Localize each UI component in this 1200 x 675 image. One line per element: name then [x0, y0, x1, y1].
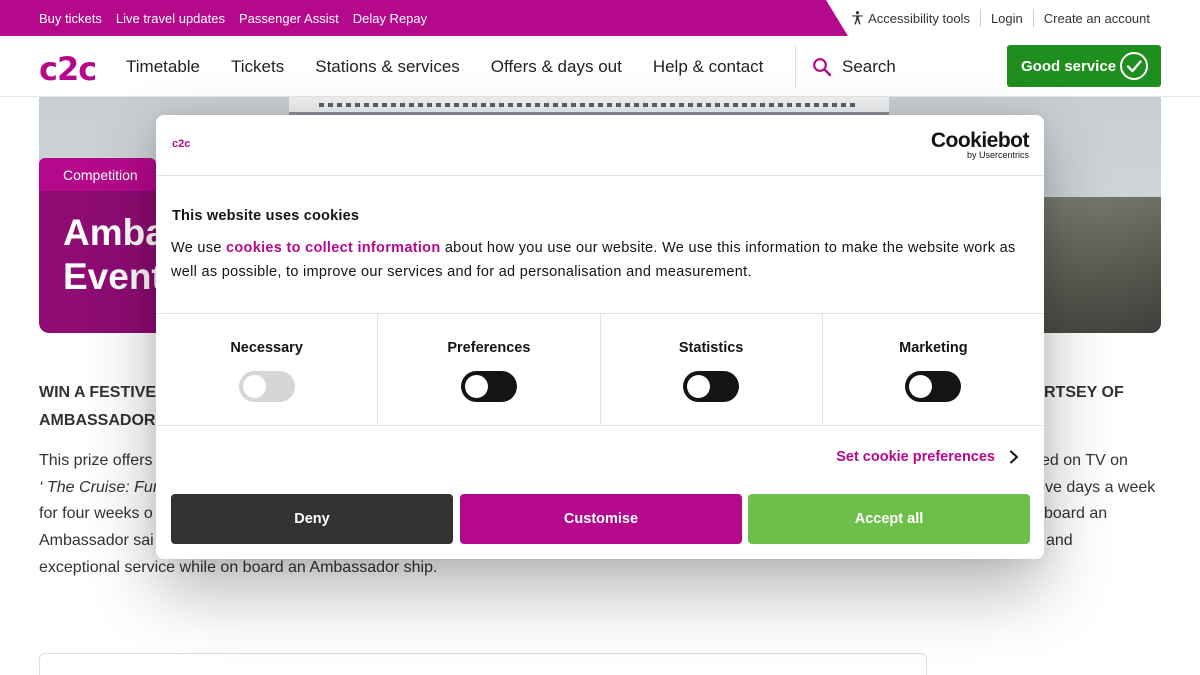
- article-heading: WIN A FESTIVE AMBASSADOR: [39, 379, 156, 435]
- cookie-description: We use cookies to collect information ab…: [171, 236, 1021, 284]
- toggle-knob: [464, 375, 488, 398]
- toggle-knob: [909, 375, 933, 398]
- accessibility-tools-label: Accessibility tools: [868, 10, 970, 26]
- live-travel-updates-link[interactable]: Live travel updates: [116, 11, 225, 26]
- nav-tickets[interactable]: Tickets: [231, 57, 284, 77]
- service-status-label: Good service: [1021, 57, 1117, 75]
- cookie-categories: Necessary Preferences Statistics Marketi…: [156, 314, 1044, 425]
- login-link[interactable]: Login: [979, 9, 1033, 27]
- preferences-toggle[interactable]: [460, 371, 517, 402]
- competition-tag: Competition: [39, 158, 156, 191]
- service-status-button[interactable]: Good service: [1007, 45, 1161, 87]
- category-label: Marketing: [899, 340, 968, 356]
- cookiebot-logo[interactable]: Cookiebot by Usercentrics: [931, 129, 1030, 160]
- accessibility-icon: [852, 11, 863, 25]
- check-circle-icon: [1120, 52, 1148, 80]
- nav-timetable[interactable]: Timetable: [126, 57, 200, 77]
- nav-divider: [795, 44, 796, 88]
- search-icon: [813, 57, 832, 76]
- search-label: Search: [842, 56, 896, 76]
- category-statistics: Statistics: [601, 314, 823, 425]
- article-line: This prize offers: [39, 452, 153, 469]
- content-card: [39, 653, 927, 675]
- account-links: Accessibility tools Login Create an acco…: [841, 0, 1160, 36]
- marketing-toggle[interactable]: [905, 371, 962, 402]
- category-label: Necessary: [230, 340, 303, 356]
- cookies-info-link[interactable]: cookies to collect information: [226, 240, 440, 256]
- cookie-consent-dialog: c2c Cookiebot by Usercentrics This websi…: [156, 115, 1044, 559]
- article-heading-right: RTSEY OF: [1044, 384, 1124, 401]
- toggle-knob: [242, 375, 266, 398]
- category-preferences: Preferences: [378, 314, 601, 425]
- category-necessary: Necessary: [156, 314, 379, 425]
- article-line: ed on TV on: [1041, 452, 1128, 469]
- category-marketing: Marketing: [823, 314, 1044, 425]
- divider: [156, 175, 1044, 176]
- accessibility-tools-link[interactable]: Accessibility tools: [841, 9, 980, 27]
- cookie-brand-logo: c2c: [172, 138, 191, 150]
- article-line: Ambassador sai: [39, 532, 154, 550]
- article-heading-line-2: AMBASSADOR: [39, 412, 156, 429]
- passenger-assist-link[interactable]: Passenger Assist: [239, 11, 339, 26]
- category-label: Statistics: [678, 340, 744, 356]
- chevron-right-icon: [1010, 450, 1018, 464]
- nav-offers-days-out[interactable]: Offers & days out: [491, 57, 622, 77]
- necessary-toggle: [238, 371, 295, 402]
- cookie-heading: This website uses cookies: [172, 208, 360, 224]
- set-preferences-label: Set cookie preferences: [836, 449, 995, 465]
- article-heading-line-1: WIN A FESTIVE: [39, 384, 157, 401]
- article-line: and: [1046, 532, 1073, 550]
- nav-help-contact[interactable]: Help & contact: [653, 57, 764, 77]
- hero-title-panel: Ambassador Event: [39, 191, 287, 333]
- nav-stations-services[interactable]: Stations & services: [315, 57, 460, 77]
- main-navigation: c2c Timetable Tickets Stations & service…: [0, 36, 1200, 97]
- set-cookie-preferences-link[interactable]: Set cookie preferences: [836, 449, 1019, 465]
- cookie-text-start: We use: [171, 240, 227, 256]
- harbour-image: [1041, 197, 1161, 333]
- statistics-toggle[interactable]: [683, 371, 740, 402]
- c2c-logo[interactable]: c2c: [39, 50, 97, 88]
- buy-tickets-link[interactable]: Buy tickets: [39, 11, 102, 26]
- accept-all-button[interactable]: Accept all: [748, 494, 1030, 544]
- cruise-ship-image: [289, 97, 889, 115]
- create-account-link[interactable]: Create an account: [1032, 9, 1160, 27]
- customise-button[interactable]: Customise: [460, 494, 742, 544]
- toggle-knob: [687, 375, 711, 398]
- article-line: ‘ The Cruise: Fun: [39, 478, 162, 496]
- utility-bar: Buy tickets Live travel updates Passenge…: [0, 0, 1200, 36]
- article-line: ve days a week: [1045, 478, 1156, 496]
- nav-links: Timetable Tickets Stations & services Of…: [126, 36, 763, 97]
- utility-links: Buy tickets Live travel updates Passenge…: [39, 0, 427, 36]
- article-line: board an: [1044, 505, 1108, 523]
- search-button[interactable]: Search: [812, 36, 896, 97]
- deny-button[interactable]: Deny: [171, 494, 453, 544]
- delay-repay-link[interactable]: Delay Repay: [353, 11, 427, 26]
- category-label: Preferences: [447, 340, 531, 356]
- divider: [156, 425, 1044, 426]
- article-line: for four weeks o: [39, 505, 153, 523]
